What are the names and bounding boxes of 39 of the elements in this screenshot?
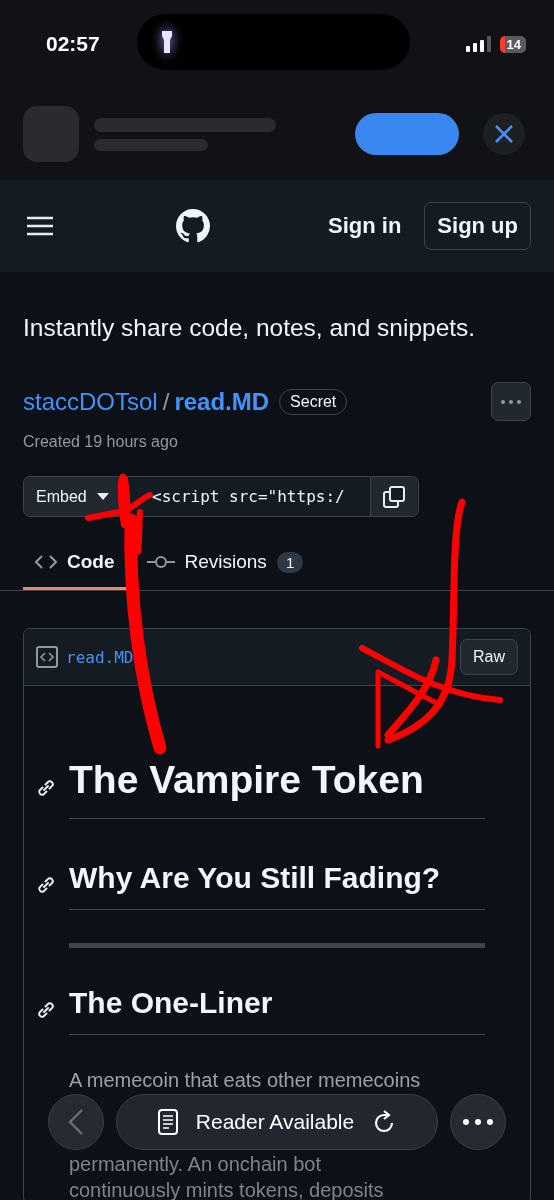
paragraph-line: permanently. An onchain bot <box>69 1152 323 1177</box>
signal-icon <box>465 36 492 52</box>
sign-up-button[interactable]: Sign up <box>424 202 531 250</box>
app-icon-placeholder <box>23 106 79 162</box>
open-button[interactable] <box>355 113 459 155</box>
chevron-left-icon <box>68 1108 84 1136</box>
code-icon <box>35 554 57 570</box>
gist-name-link[interactable]: read.MD <box>174 387 270 416</box>
raw-button[interactable]: Raw <box>460 639 518 675</box>
cat-logo-icon[interactable] <box>176 209 210 243</box>
commit-icon <box>146 555 175 569</box>
paragraph-line: A memecoin that eats other memecoins <box>69 1068 422 1093</box>
more-button[interactable] <box>491 382 531 421</box>
ellipsis-icon <box>501 399 521 404</box>
more-options-button[interactable] <box>450 1094 506 1150</box>
owner-link[interactable]: staccDOTsol <box>23 387 158 416</box>
code-file-icon <box>36 646 58 668</box>
link-icon[interactable] <box>35 999 57 1021</box>
path-separator: / <box>162 387 170 416</box>
link-icon[interactable] <box>35 777 57 799</box>
heading: Why Are You Still Fading? <box>69 861 442 896</box>
reader-icon[interactable] <box>157 1109 178 1135</box>
sign-in-link[interactable]: Sign in <box>328 213 402 239</box>
close-button[interactable] <box>483 113 525 155</box>
status-time: 02:57 <box>46 32 101 56</box>
menu-icon[interactable] <box>27 216 53 236</box>
tab[interactable]: Code <box>23 545 127 590</box>
heading: The One-Liner <box>69 986 274 1021</box>
tab[interactable]: Revisions 1 <box>134 545 316 590</box>
file-name-link[interactable]: read.MD <box>66 647 134 667</box>
flashlight-icon <box>161 29 173 55</box>
ellipsis-icon <box>463 1119 493 1125</box>
back-button[interactable] <box>48 1094 104 1150</box>
heading: The Vampire Token <box>69 758 425 803</box>
created-time: Created 19 hours ago <box>23 433 179 451</box>
tagline: Instantly share code, notes, and snippets. <box>23 314 477 342</box>
close-icon <box>494 124 514 144</box>
link-icon[interactable] <box>35 874 57 896</box>
battery-indicator: 14 <box>499 35 526 53</box>
